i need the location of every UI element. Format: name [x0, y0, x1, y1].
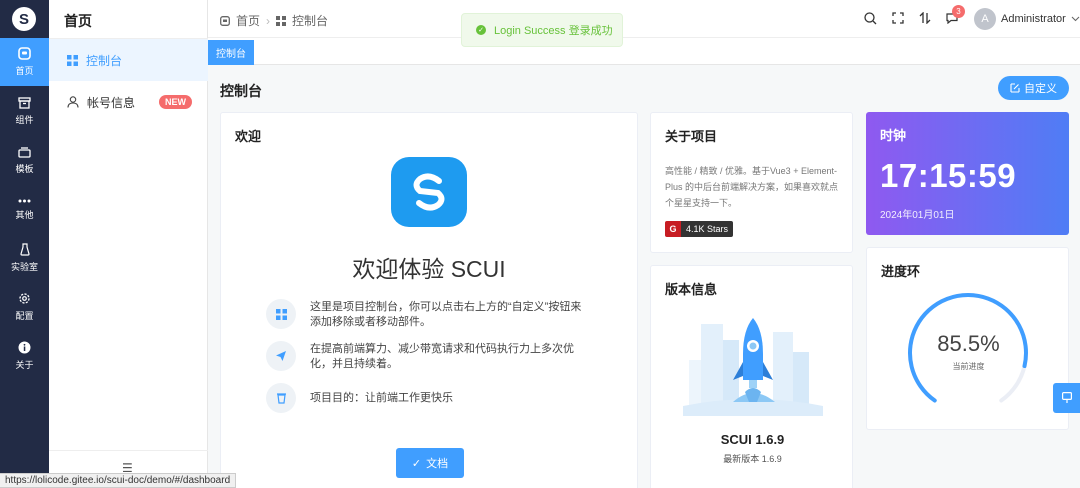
- user-menu[interactable]: A Administrator: [974, 8, 1080, 30]
- new-badge: NEW: [159, 95, 192, 109]
- card-title: 时钟: [880, 128, 907, 143]
- main-nav: S 首页 组件 模板 其他 实验室 配置 关于: [0, 0, 49, 488]
- nav-item-label: 实验室: [10, 262, 38, 272]
- clock-date: 2024年01月01日: [880, 210, 955, 221]
- home-icon: [18, 47, 31, 60]
- feature-text: 这里是项目控制台，你可以点击右上方的“自定义”按钮来添加移除或者移动部件。: [310, 301, 582, 328]
- card-title: 进度环: [881, 264, 921, 279]
- nav-item-about[interactable]: 关于: [0, 332, 49, 380]
- breadcrumb-item: 控制台: [292, 14, 329, 28]
- gitee-icon: G: [665, 221, 681, 237]
- cup-icon: [266, 383, 296, 413]
- divider: [49, 450, 208, 451]
- card-title: 版本信息: [665, 282, 718, 297]
- gear-icon: [19, 293, 30, 304]
- docs-button[interactable]: ✓ 文档: [396, 448, 464, 478]
- user-icon: [67, 96, 79, 108]
- sub-sidebar: 首页 控制台 帐号信息 NEW ☰: [49, 0, 208, 488]
- grid-icon: [266, 299, 296, 329]
- user-name: Administrator: [1001, 13, 1066, 25]
- clock-time: 17:15:59: [880, 157, 1017, 194]
- docs-button-label: 文档: [426, 458, 449, 470]
- nav-item-label: 模板: [15, 163, 34, 174]
- page-title: 控制台: [220, 83, 262, 99]
- tab-dashboard[interactable]: 控制台: [208, 40, 254, 65]
- check-icon: ✓: [411, 457, 422, 470]
- nav-item-label: 组件: [15, 114, 34, 125]
- check-circle-icon: ✓: [476, 25, 486, 35]
- feature-text: 在提高前端算力、减少带宽请求和代码执行力上多次优化，并且持续着。: [310, 343, 574, 370]
- feedback-icon: [1061, 392, 1072, 403]
- nav-item-home[interactable]: 首页: [0, 38, 49, 86]
- card-title: 关于项目: [665, 129, 718, 144]
- sidebar-item-account[interactable]: 帐号信息 NEW: [49, 81, 208, 123]
- nav-item-label: 配置: [15, 311, 34, 321]
- breadcrumb-separator: ›: [266, 13, 271, 28]
- flask-icon: [19, 243, 30, 256]
- sort-icon[interactable]: [919, 12, 931, 24]
- home-icon: [220, 15, 230, 26]
- clock-card: 时钟 17:15:59 2024年01月01日: [866, 112, 1069, 235]
- breadcrumb-item[interactable]: 首页: [236, 12, 260, 29]
- progress-card: 进度环 85.5% 当前进度: [866, 247, 1069, 430]
- fullscreen-icon[interactable]: [892, 12, 904, 24]
- logo-letter: S: [18, 10, 29, 28]
- customize-button-label: 自定义: [1024, 83, 1057, 95]
- welcome-card: 欢迎 欢迎体验 SCUI 这里是项目控制台，你可以点击右上方的“自定义”按钮来添…: [220, 112, 638, 488]
- s-logo-icon: [413, 173, 445, 211]
- template-icon: [18, 146, 31, 158]
- about-description: 高性能 / 精致 / 优雅。基于Vue3 + Element-Plus 的中后台…: [665, 166, 839, 208]
- gitee-stars-badge[interactable]: G 4.1K Stars: [665, 221, 734, 237]
- rocket-illustration: [683, 318, 823, 416]
- nav-item-label: 首页: [15, 66, 34, 76]
- toast-message: Login Success 登录成功: [494, 25, 613, 37]
- scui-logo: [391, 157, 467, 227]
- top-header: 首页 › 控制台 3 A Administrator: [208, 0, 1080, 38]
- nav-item-lab[interactable]: 实验室: [0, 234, 49, 282]
- grid-icon: [67, 54, 78, 66]
- nav-item-other[interactable]: 其他: [0, 185, 49, 233]
- progress-value: 85.5%: [937, 331, 1000, 356]
- tab-bar: 控制台: [208, 38, 1080, 65]
- sidebar-item-label: 帐号信息: [87, 95, 136, 110]
- avatar: A: [974, 8, 996, 30]
- feedback-float-button[interactable]: [1053, 383, 1080, 413]
- progress-label: 当前进度: [952, 362, 985, 371]
- latest-version: 最新版本 1.6.9: [723, 454, 782, 464]
- feature-item: 项目目的：让前端工作更快乐: [266, 383, 590, 413]
- sidebar-item-label: 控制台: [86, 53, 123, 68]
- version-card: 版本信息 SCUI 1.6.9 最新版本 1.6.9: [650, 265, 853, 488]
- nav-item-components[interactable]: 组件: [0, 87, 49, 135]
- welcome-heading: 欢迎体验 SCUI: [352, 256, 506, 282]
- info-icon: [18, 341, 31, 354]
- about-card: 关于项目 高性能 / 精致 / 优雅。基于Vue3 + Element-Plus…: [650, 112, 853, 253]
- card-title: 欢迎: [235, 129, 262, 144]
- archive-icon: [18, 96, 31, 109]
- send-icon: [266, 341, 296, 371]
- version-name: SCUI 1.6.9: [720, 432, 785, 447]
- nav-item-templates[interactable]: 模板: [0, 136, 49, 184]
- feature-item: 这里是项目控制台，你可以点击右上方的“自定义”按钮来添加移除或者移动部件。: [266, 299, 590, 330]
- sidebar-title: 首页: [64, 13, 92, 29]
- search-icon[interactable]: [864, 12, 877, 25]
- logo[interactable]: S: [12, 7, 36, 31]
- feature-item: 在提高前端算力、减少带宽请求和代码执行力上多次优化，并且持续着。: [266, 341, 590, 372]
- edit-icon: [1010, 83, 1020, 93]
- nav-item-label: 其他: [15, 209, 34, 220]
- grid-icon: [276, 15, 287, 26]
- nav-item-label: 关于: [15, 360, 34, 370]
- notification-badge: 3: [952, 5, 965, 18]
- more-icon: [18, 199, 31, 202]
- customize-button[interactable]: 自定义: [998, 76, 1069, 100]
- chevron-down-icon: [1071, 16, 1080, 22]
- stars-count: 4.1K Stars: [681, 221, 734, 237]
- browser-status-url: https://lolicode.gitee.io/scui-doc/demo/…: [0, 473, 237, 488]
- feature-text: 项目目的：让前端工作更快乐: [310, 392, 453, 404]
- sidebar-item-dashboard[interactable]: 控制台: [49, 39, 208, 81]
- nav-item-settings[interactable]: 配置: [0, 283, 49, 331]
- breadcrumb: 首页 › 控制台: [220, 12, 328, 29]
- success-toast: ✓ Login Success 登录成功: [461, 13, 623, 47]
